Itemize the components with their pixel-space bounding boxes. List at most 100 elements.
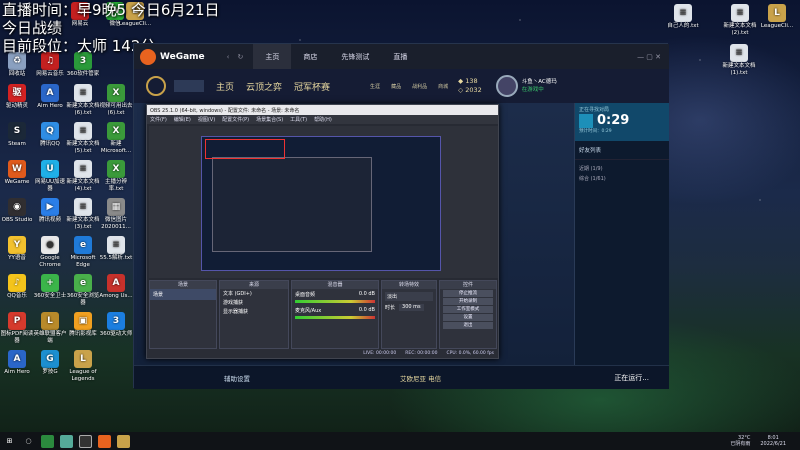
nav-icon[interactable]: 商城	[438, 83, 448, 90]
taskbar: ⊞ ○ 32°C 已阴有雨 8:01 2022/6/21	[0, 432, 800, 450]
window-controls[interactable]: — ▢ ✕	[637, 53, 661, 61]
desktop-icon[interactable]: L LeagueCli...	[760, 4, 794, 30]
app-icon: A	[107, 274, 125, 292]
desktop-icon[interactable]: ≡ 新建文本文档(2).txt	[723, 4, 757, 37]
assist-settings[interactable]: 辅助设置	[224, 373, 250, 383]
desktop-icon[interactable]: ▦ 微信图片 2020011...	[99, 198, 133, 231]
desktop-icon[interactable]: L 英雄联盟客户端	[33, 312, 67, 345]
clock[interactable]: 8:01 2022/6/21	[760, 435, 786, 447]
source-item[interactable]: 游戏捕获	[220, 298, 288, 307]
wegame-tab[interactable]: 先锋测试	[329, 44, 381, 69]
desktop-icon[interactable]: ≡ 新建文本文档 (4).txt	[66, 160, 100, 193]
windows-start-icon[interactable]: ⊞	[3, 435, 16, 448]
duration-input[interactable]: 300 ms	[399, 304, 424, 311]
desktop-icon[interactable]: Q 腾讯QQ	[33, 122, 67, 148]
desktop-icon[interactable]: ▶ 腾讯视频	[33, 198, 67, 224]
scene-item[interactable]: 场景	[150, 289, 216, 300]
obs-menu-item[interactable]: 配置文件(P)	[222, 116, 249, 123]
volume-meter[interactable]	[295, 316, 375, 319]
desktop-icon[interactable]: X 视频可用出去(6).txt	[99, 84, 133, 117]
icon-label: Aim Hero	[4, 369, 30, 375]
control-button[interactable]: 停止推流	[443, 290, 493, 297]
taskbar-app-icon[interactable]	[41, 434, 54, 448]
friend-group[interactable]: 综合 (1/61)	[579, 175, 665, 182]
icon-label: Among Us...	[99, 293, 133, 299]
desktop-icon[interactable]: G 罗技G	[33, 350, 67, 376]
icon-label: 网易云音乐	[36, 71, 64, 77]
play-button[interactable]	[174, 80, 204, 92]
desktop-icon[interactable]: ▣ 腾讯影视库	[66, 312, 100, 338]
obs-menu-item[interactable]: 工具(T)	[290, 116, 307, 123]
profile-card[interactable]: 斗鱼丶AC德玛 在游戏中	[495, 75, 557, 97]
wegame-tab[interactable]: 主页	[253, 44, 292, 69]
icon-label: 新建文本文档 (3).txt	[66, 217, 100, 230]
control-button[interactable]: 退出	[443, 322, 493, 329]
icon-label: WeGame	[4, 179, 30, 185]
obs-menu-item[interactable]: 帮助(H)	[314, 116, 332, 123]
control-button[interactable]: 设置	[443, 314, 493, 321]
desktop-icon[interactable]: A Among Us...	[99, 274, 133, 300]
control-button[interactable]: 开始录制	[443, 298, 493, 305]
obs-taskbar-icon[interactable]	[79, 434, 92, 448]
desktop-icon[interactable]: ≡ 自己人的.txt	[666, 4, 700, 30]
obs-menu-item[interactable]: 视图(V)	[198, 116, 215, 123]
desktop-icon[interactable]: 3 360驱动大师	[99, 312, 133, 338]
desktop-icon[interactable]: W WeGame	[0, 160, 34, 186]
desktop-icon[interactable]: e 360安全浏览器	[66, 274, 100, 307]
desktop-icon[interactable]: Y YY语音	[0, 236, 34, 262]
desktop-icon[interactable]: ≡ 55.5解析.txt	[99, 236, 133, 262]
desktop-icon[interactable]: ≡ 新建文本文档(1).txt	[722, 44, 756, 77]
desktop-icon[interactable]: ≡ 新建文本文档 (6).txt	[66, 84, 100, 117]
server-name: 艾欧尼亚 电信	[400, 374, 442, 383]
lol-tab[interactable]: 冠军杯赛	[294, 80, 330, 93]
desktop-icon[interactable]: ≡ 新建文本文档(5).txt	[66, 122, 100, 155]
queue-box: 正在寻找对局 0:29 预计时间：0:29	[575, 103, 669, 141]
desktop-icon[interactable]: A Aim Hero	[33, 84, 67, 110]
desktop-icon[interactable]: ≡ 新建文本文档 (3).txt	[66, 198, 100, 231]
desktop-icon[interactable]: P 图标PDF阅读器	[0, 312, 34, 345]
back-icon[interactable]: ‹	[227, 53, 230, 61]
refresh-icon[interactable]: ↻	[237, 53, 243, 61]
desktop-icon[interactable]: ● Google Chrome	[33, 236, 67, 269]
desktop-icon[interactable]: 驱驱动精灵	[0, 84, 34, 110]
lol-taskbar-icon[interactable]	[117, 434, 130, 448]
volume-meter[interactable]	[295, 300, 375, 303]
icon-label: 视频可用出去(6).txt	[99, 103, 133, 116]
taskbar-app-icon[interactable]	[60, 434, 73, 448]
desktop-icon[interactable]: ◉ OBS Studio	[0, 198, 34, 224]
transition-select[interactable]: 淡出	[385, 292, 433, 301]
desktop-icon[interactable]: e Microsoft Edge	[66, 236, 100, 269]
obs-menu-item[interactable]: 编辑(E)	[174, 116, 191, 123]
obs-menu-item[interactable]: 场景集合(S)	[256, 116, 283, 123]
desktop-icon[interactable]: X 主播分辨率.txt	[99, 160, 133, 193]
desktop-icon[interactable]: +360安全卫士	[33, 274, 67, 300]
desktop-icon[interactable]: 3 360软件管家	[66, 52, 100, 78]
app-icon: ▶	[41, 198, 59, 216]
app-icon: P	[8, 312, 26, 330]
icon-label: 回收站	[8, 71, 26, 77]
wegame-taskbar-icon[interactable]	[98, 434, 111, 448]
obs-menu-item[interactable]: 文件(F)	[150, 116, 167, 123]
source-item[interactable]: 显示器捕获	[220, 307, 288, 316]
desktop-icon[interactable]: A Aim Hero	[0, 350, 34, 376]
desktop-icon[interactable]: ♻ 回收站	[0, 52, 34, 78]
desktop-icon[interactable]: S Steam	[0, 122, 34, 148]
nav-icon[interactable]: 生涯	[370, 83, 380, 90]
mixer-track: 桌面音频 0.0 dB	[292, 289, 378, 305]
lol-tab[interactable]: 主页	[216, 80, 234, 93]
search-icon[interactable]: ○	[22, 435, 35, 448]
lol-tab[interactable]: 云顶之弈	[246, 80, 282, 93]
wegame-tab[interactable]: 商店	[291, 44, 329, 69]
desktop-icon[interactable]: ♪ QQ音乐	[0, 274, 34, 300]
wegame-tab[interactable]: 直播	[381, 44, 419, 69]
desktop-icon[interactable]: L League of Legends	[66, 350, 100, 383]
friend-group[interactable]: 近期 (1/9)	[579, 165, 665, 172]
nav-icon[interactable]: 藏品	[391, 83, 401, 90]
nav-icon[interactable]: 战利品	[412, 83, 427, 90]
desktop-icon[interactable]: ♫ 网易云音乐	[33, 52, 67, 78]
rp-icon: ◆	[458, 77, 464, 85]
desktop-icon[interactable]: U 网易UU加速器	[33, 160, 67, 193]
source-item[interactable]: 文本 (GDI+)	[220, 289, 288, 298]
control-button[interactable]: 工作室模式	[443, 306, 493, 313]
desktop-icon[interactable]: X 新建 Microsoft...	[99, 122, 133, 155]
